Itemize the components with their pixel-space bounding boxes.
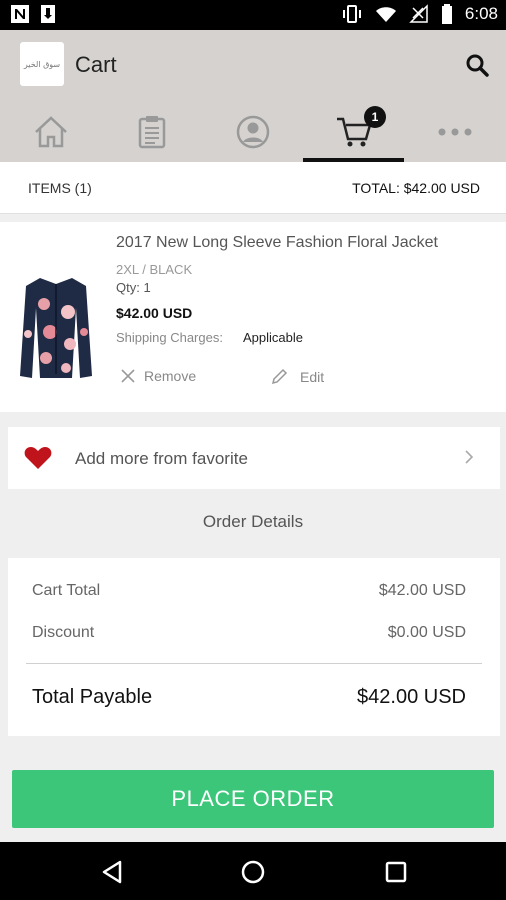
download-icon <box>41 5 55 23</box>
cart-total-header: TOTAL: $42.00 USD <box>352 180 480 196</box>
product-qty: Qty: 1 <box>116 280 151 295</box>
tab-profile[interactable] <box>202 102 303 162</box>
add-from-favorite-row[interactable]: Add more from favorite <box>8 427 500 489</box>
status-bar: 6:08 <box>0 0 506 30</box>
remove-label: Remove <box>144 368 197 384</box>
pencil-icon <box>271 368 288 385</box>
product-variant: 2XL / BLACK <box>116 262 193 277</box>
tab-home[interactable] <box>0 102 101 162</box>
divider <box>26 663 482 664</box>
wifi-icon <box>375 7 396 22</box>
discount-label: Discount <box>32 624 95 641</box>
app-bar: سوق الخير Cart <box>0 30 506 102</box>
cart-badge: 1 <box>364 106 386 128</box>
chevron-right-icon <box>465 450 474 464</box>
shipping-value: Applicable <box>243 330 303 345</box>
place-order-button[interactable]: PLACE ORDER <box>12 770 494 828</box>
signal-icon <box>409 4 428 23</box>
product-name[interactable]: 2017 New Long Sleeve Fashion Floral Jack… <box>116 234 438 252</box>
search-icon[interactable] <box>464 52 490 78</box>
cart-total-label: Cart Total <box>32 582 101 599</box>
page-title: Cart <box>75 52 117 77</box>
heart-icon <box>24 447 52 469</box>
navigation-bar <box>0 842 506 900</box>
vibrate-icon <box>342 5 361 23</box>
total-payable-label: Total Payable <box>32 686 153 708</box>
close-icon <box>121 369 135 383</box>
home-button-icon[interactable] <box>240 859 266 885</box>
tab-cart[interactable]: 1 <box>303 102 404 162</box>
cart-summary: ITEMS (1) TOTAL: $42.00 USD <box>0 162 506 214</box>
discount-value: $0.00 USD <box>387 624 466 641</box>
cart-item: 2017 New Long Sleeve Fashion Floral Jack… <box>0 222 506 412</box>
items-count: ITEMS (1) <box>28 180 92 196</box>
total-payable-value: $42.00 USD <box>357 686 466 708</box>
status-time: 6:08 <box>464 4 498 23</box>
tab-orders[interactable] <box>101 102 202 162</box>
order-details-card: Cart Total $42.00 USD Discount $0.00 USD… <box>8 558 500 736</box>
edit-label: Edit <box>300 369 325 385</box>
profile-icon <box>236 115 269 149</box>
battery-icon <box>441 4 452 24</box>
recents-icon[interactable] <box>383 859 409 885</box>
back-icon[interactable] <box>100 859 126 885</box>
home-icon <box>34 116 67 148</box>
tab-more[interactable] <box>404 102 505 162</box>
notification-n-icon <box>11 5 29 23</box>
shipping-label: Shipping Charges: <box>116 330 223 345</box>
logo-text: سوق الخير <box>23 59 61 69</box>
more-icon <box>438 128 471 136</box>
favorite-label: Add more from favorite <box>75 449 248 468</box>
clipboard-icon <box>138 116 165 149</box>
product-image[interactable] <box>18 274 94 384</box>
cart-total-value: $42.00 USD <box>378 582 466 599</box>
order-details-heading: Order Details <box>202 512 304 531</box>
tab-bar: 1 <box>0 102 506 162</box>
remove-button[interactable]: Remove <box>120 368 196 384</box>
app-logo[interactable]: سوق الخير <box>20 42 64 86</box>
product-price: $42.00 USD <box>116 305 193 321</box>
edit-button[interactable]: Edit <box>270 368 324 386</box>
